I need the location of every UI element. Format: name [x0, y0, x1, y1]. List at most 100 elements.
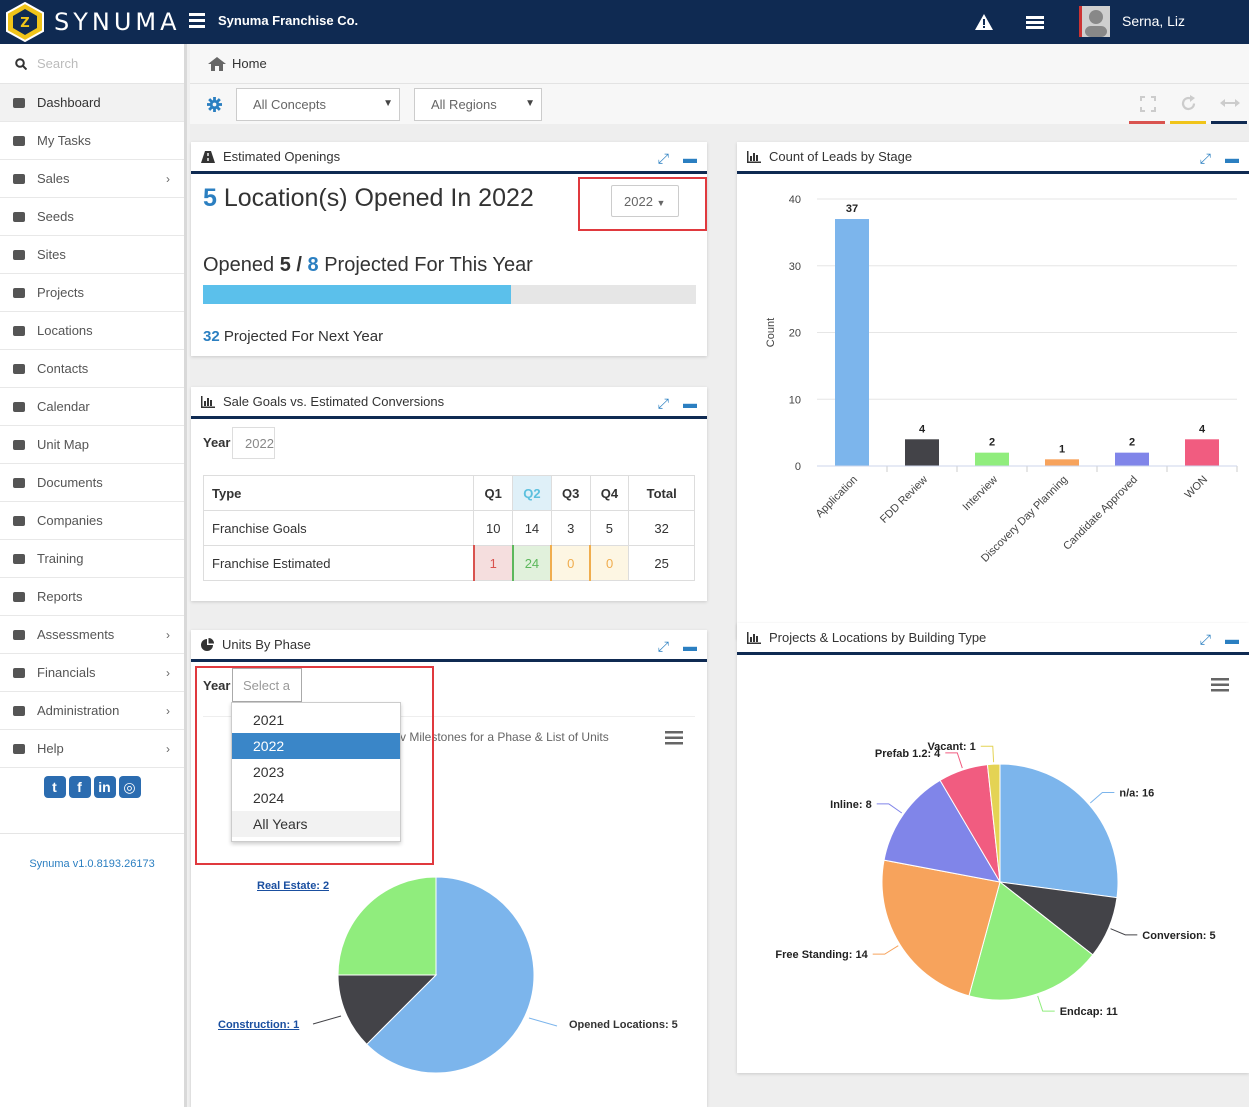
data-label: 2 — [989, 437, 995, 449]
search-icon — [15, 57, 27, 70]
sidebar-item-label: Unit Map — [37, 437, 90, 452]
theme-color-red[interactable] — [1129, 121, 1165, 124]
chevron-right-icon: › — [166, 742, 170, 756]
sidebar-item-assessments[interactable]: Assessments › — [0, 616, 184, 654]
expand-icon[interactable]: ⤢ — [658, 638, 669, 655]
facebook-icon[interactable]: f — [68, 776, 91, 798]
building-icon — [10, 324, 28, 338]
table-cell: 1 — [472, 545, 514, 581]
chart-line-icon — [10, 172, 28, 186]
theme-color-yellow[interactable] — [1170, 121, 1206, 124]
row-label: Franchise Goals — [202, 510, 475, 546]
chevron-right-icon: › — [166, 704, 170, 718]
panel-title: Units By Phase — [222, 637, 311, 652]
sidebar-item-label: Contacts — [37, 361, 89, 376]
menu-toggle-icon[interactable] — [189, 13, 205, 28]
pie-label: Inline: 8 — [830, 799, 872, 811]
sidebar-item-locations[interactable]: Locations — [0, 312, 184, 350]
sidebar-item-my-tasks[interactable]: My Tasks — [0, 122, 184, 160]
col-total[interactable]: Total — [628, 475, 695, 511]
expand-icon[interactable]: ⤢ — [1200, 631, 1211, 648]
bar — [975, 452, 1009, 466]
search-box[interactable]: Search — [0, 44, 184, 84]
minus-icon[interactable]: ▬ — [1225, 150, 1239, 167]
instagram-icon[interactable]: ◎ — [118, 776, 141, 798]
connector-line — [1089, 791, 1115, 804]
minus-icon[interactable]: ▬ — [683, 150, 697, 167]
expand-icon[interactable]: ⤢ — [658, 150, 669, 167]
chart-menu-icon[interactable] — [665, 731, 683, 745]
grid-icon — [10, 210, 28, 224]
connector-line — [872, 945, 899, 955]
linkedin-icon[interactable]: in — [93, 776, 116, 798]
construction-label[interactable]: Construction: 1 — [218, 1019, 299, 1031]
sidebar-item-administration[interactable]: Administration › — [0, 692, 184, 730]
twitter-icon[interactable]: t — [43, 776, 66, 798]
sidebar-item-reports[interactable]: Reports — [0, 578, 184, 616]
data-label: 37 — [846, 203, 858, 215]
theme-color-navy[interactable] — [1211, 121, 1247, 124]
col-q4[interactable]: Q4 — [589, 475, 630, 511]
user-name[interactable]: Serna, Liz — [1122, 13, 1185, 29]
list-icon[interactable] — [1026, 16, 1044, 30]
y-tick-label: 40 — [789, 194, 801, 206]
goals-year-input[interactable]: 2022 — [232, 427, 275, 459]
sidebar-item-companies[interactable]: Companies — [0, 502, 184, 540]
building-type-panel: Projects & Locations by Building Type ⤢ ▬… — [737, 623, 1249, 1073]
sidebar-item-seeds[interactable]: Seeds — [0, 198, 184, 236]
sidebar-item-sales[interactable]: Sales › — [0, 160, 184, 198]
sidebar-item-unit-map[interactable]: Unit Map — [0, 426, 184, 464]
concepts-select[interactable]: All Concepts ▼ — [236, 88, 400, 121]
y-tick-label: 0 — [795, 461, 801, 473]
col-type[interactable]: Type — [202, 475, 475, 511]
sidebar-item-projects[interactable]: Projects — [0, 274, 184, 312]
sidebar-item-label: Assessments — [37, 627, 115, 642]
synuma-logo-icon[interactable]: Z — [4, 2, 46, 42]
sidebar-item-label: Companies — [37, 513, 103, 528]
sidebar-item-documents[interactable]: Documents — [0, 464, 184, 502]
expand-icon[interactable]: ⤢ — [1200, 150, 1211, 167]
warning-icon[interactable] — [975, 14, 993, 30]
sidebar-item-label: Calendar — [37, 399, 90, 414]
contact-icon — [10, 362, 28, 376]
dashboard-icon — [10, 96, 28, 110]
next-year-text: 32 Projected For Next Year — [203, 328, 384, 345]
avatar[interactable] — [1079, 6, 1110, 37]
sidebar-item-training[interactable]: Training — [0, 540, 184, 578]
sidebar-item-contacts[interactable]: Contacts — [0, 350, 184, 388]
sidebar-item-financials[interactable]: Financials › — [0, 654, 184, 692]
search-input[interactable]: Search — [37, 56, 78, 71]
bar — [1045, 459, 1079, 466]
breadcrumb-home[interactable]: Home — [232, 56, 267, 71]
sidebar-item-dashboard[interactable]: Dashboard — [0, 84, 184, 122]
leads-by-stage-panel: Count of Leads by Stage ⤢ ▬ 0 10 20 30 40 Coun… — [737, 142, 1249, 639]
minus-icon[interactable]: ▬ — [683, 638, 697, 655]
filter-bar: All Concepts ▼ All Regions ▼ — [190, 84, 1249, 124]
fullscreen-icon[interactable] — [1140, 96, 1156, 112]
opened-locations-label: Opened Locations: 5 — [569, 1019, 678, 1031]
col-q3[interactable]: Q3 — [550, 475, 591, 511]
minus-icon[interactable]: ▬ — [683, 395, 697, 412]
col-q1[interactable]: Q1 — [473, 475, 514, 511]
minus-icon[interactable]: ▬ — [1225, 631, 1239, 648]
home-icon[interactable] — [208, 56, 226, 71]
real-estate-label[interactable]: Real Estate: 2 — [257, 880, 329, 892]
social-links: t f in ◎ — [0, 768, 184, 834]
data-label: 2 — [1129, 437, 1135, 449]
brand-name[interactable]: SYNUMA — [54, 8, 181, 36]
refresh-icon[interactable] — [1180, 95, 1197, 112]
gear-icon[interactable] — [207, 97, 222, 112]
regions-select[interactable]: All Regions ▼ — [414, 88, 542, 121]
col-q2[interactable]: Q2 — [512, 475, 552, 511]
expand-icon[interactable]: ⤢ — [658, 395, 669, 412]
panel-header: Units By Phase ⤢ ▬ — [191, 630, 707, 662]
check-icon — [10, 628, 28, 642]
sidebar-item-calendar[interactable]: Calendar — [0, 388, 184, 426]
leads-bar-chart: 0 10 20 30 40 Count 37 Application 4 FDD Review 2 I… — [765, 194, 1238, 565]
resize-icon[interactable] — [1220, 98, 1240, 108]
sidebar-item-sites[interactable]: Sites — [0, 236, 184, 274]
table-cell: 10 — [473, 510, 514, 546]
breadcrumb: Home — [190, 44, 1249, 84]
bar-chart-icon — [747, 631, 761, 644]
sidebar-item-help[interactable]: Help › — [0, 730, 184, 768]
